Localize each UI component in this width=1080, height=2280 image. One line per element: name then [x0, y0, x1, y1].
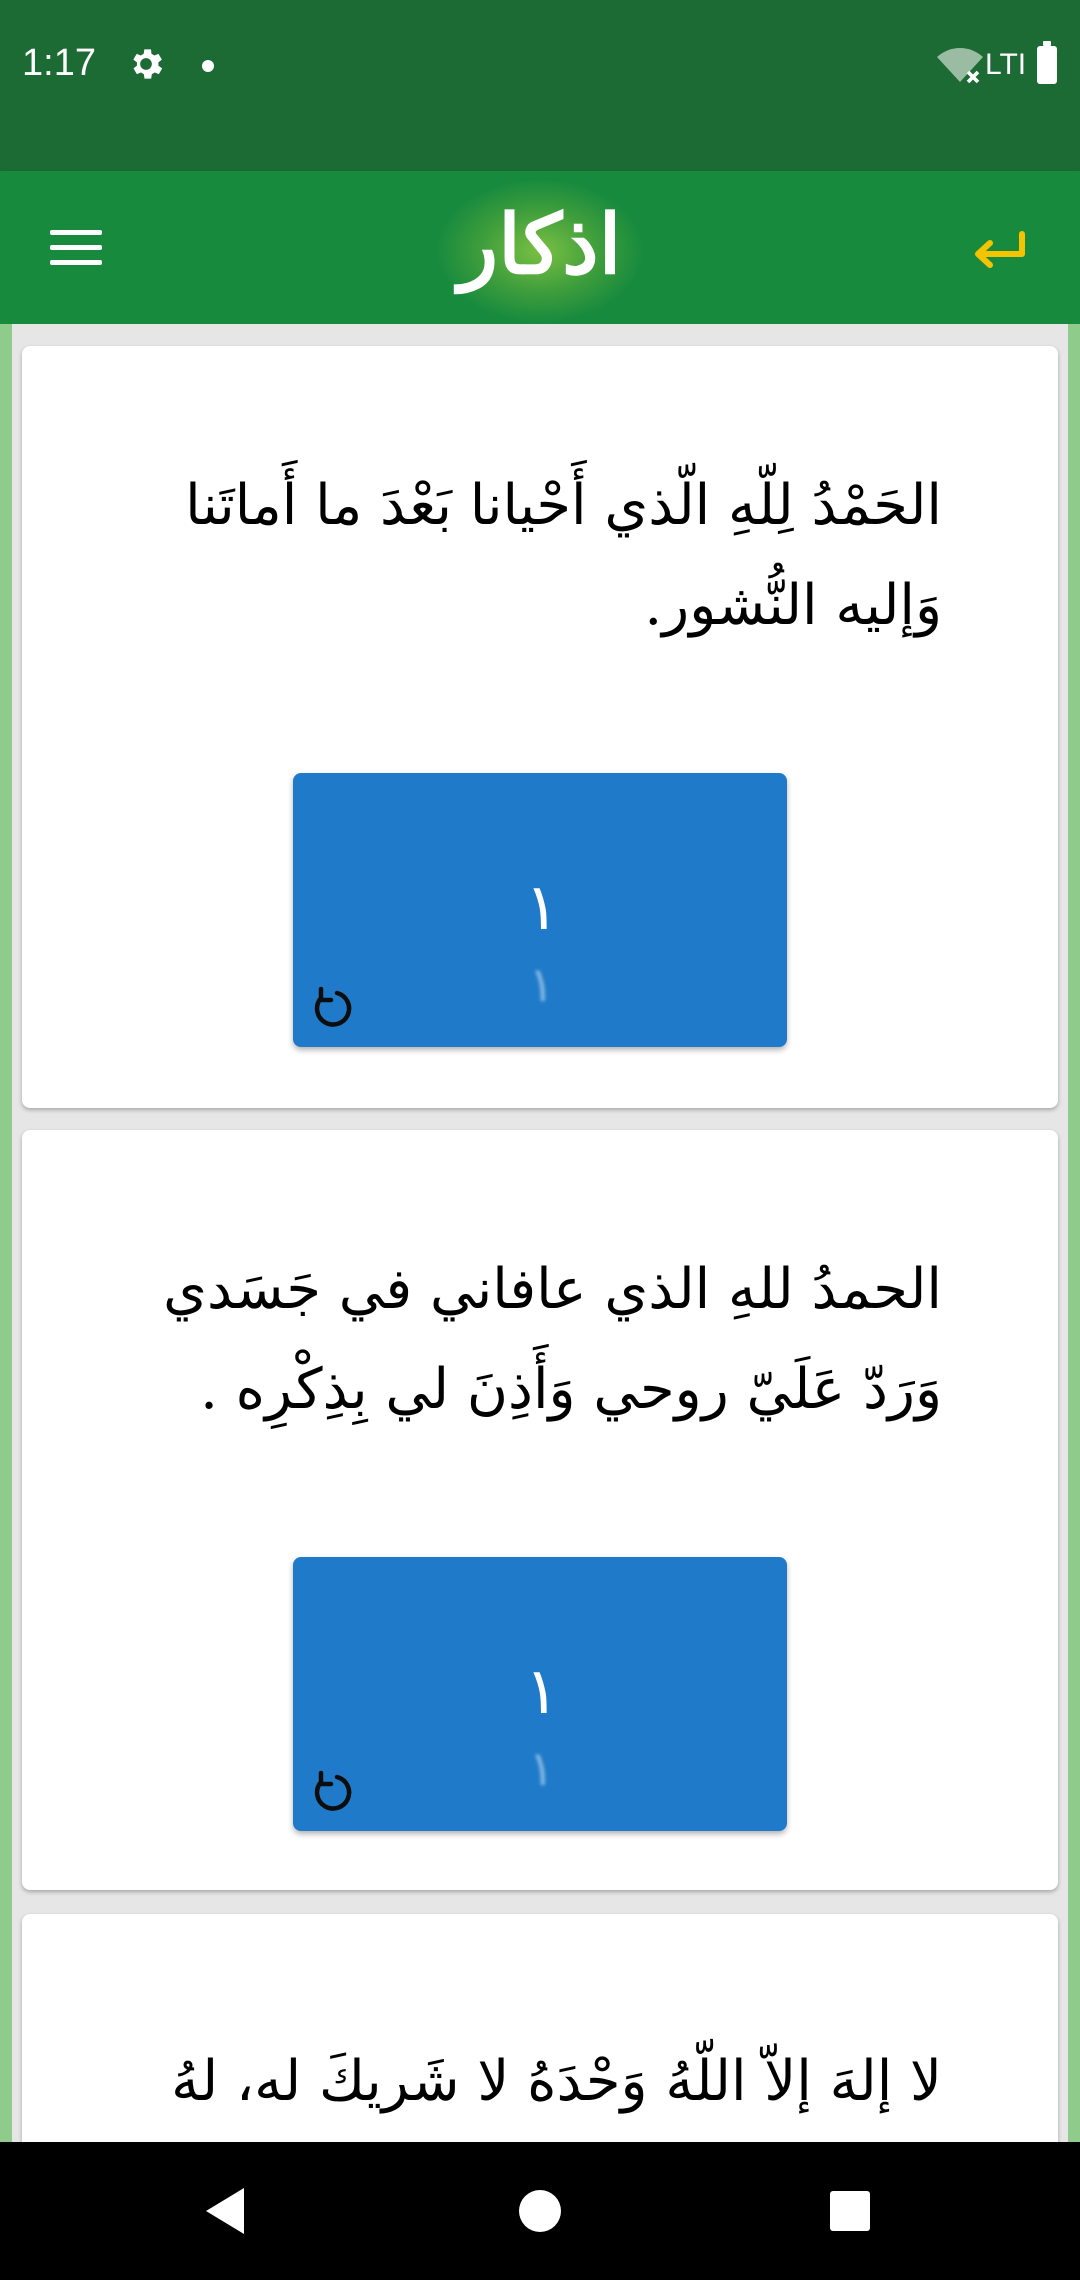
- battery-icon: [1037, 41, 1057, 84]
- back-arrow-icon[interactable]: [970, 226, 1030, 276]
- dhikr-card: الحمدُ للهِ الذي عافاني في جَسَدي وَرَدّ…: [22, 1130, 1058, 1890]
- refresh-icon[interactable]: [307, 983, 357, 1033]
- counter-next-value: ١: [525, 957, 555, 1013]
- counter-value: ١: [520, 871, 560, 945]
- dhikr-text: الحمدُ للهِ الذي عافاني في جَسَدي وَرَدّ…: [163, 1257, 942, 1422]
- notification-dot-icon: [202, 60, 214, 72]
- counter-value: ١: [520, 1655, 560, 1729]
- navigation-bar: [0, 2142, 1080, 2280]
- back-triangle-icon[interactable]: [200, 2184, 250, 2238]
- gear-icon: [133, 49, 163, 79]
- counter-button[interactable]: ١ ١: [293, 1557, 787, 1831]
- dhikr-text: لا إلهَ إلاّ اللّهُ وَحْدَهُ لا شَريكَ ل…: [171, 2049, 942, 2114]
- menu-icon[interactable]: [50, 228, 102, 268]
- app-title: اذكار: [458, 197, 622, 293]
- app-bar: اذكار: [0, 171, 1080, 324]
- dhikr-card: لا إلهَ إلاّ اللّهُ وَحْدَهُ لا شَريكَ ل…: [22, 1914, 1058, 2142]
- counter-button[interactable]: ١ ١: [293, 773, 787, 1047]
- status-bar: 1:17 LTI: [0, 0, 1080, 171]
- dhikr-text: الحَمْدُ لِلّهِ الّذي أَحْيانا بَعْدَ ما…: [185, 473, 942, 638]
- wifi-off-icon: [937, 48, 983, 84]
- status-time: 1:17: [22, 42, 96, 84]
- refresh-icon[interactable]: [307, 1767, 357, 1817]
- recents-square-icon[interactable]: [830, 2191, 870, 2231]
- network-label: LTI: [985, 48, 1027, 81]
- dhikr-list[interactable]: الحَمْدُ لِلّهِ الّذي أَحْيانا بَعْدَ ما…: [0, 324, 1080, 2142]
- home-circle-icon[interactable]: [519, 2190, 561, 2232]
- dhikr-card: الحَمْدُ لِلّهِ الّذي أَحْيانا بَعْدَ ما…: [22, 346, 1058, 1108]
- counter-next-value: ١: [525, 1741, 555, 1797]
